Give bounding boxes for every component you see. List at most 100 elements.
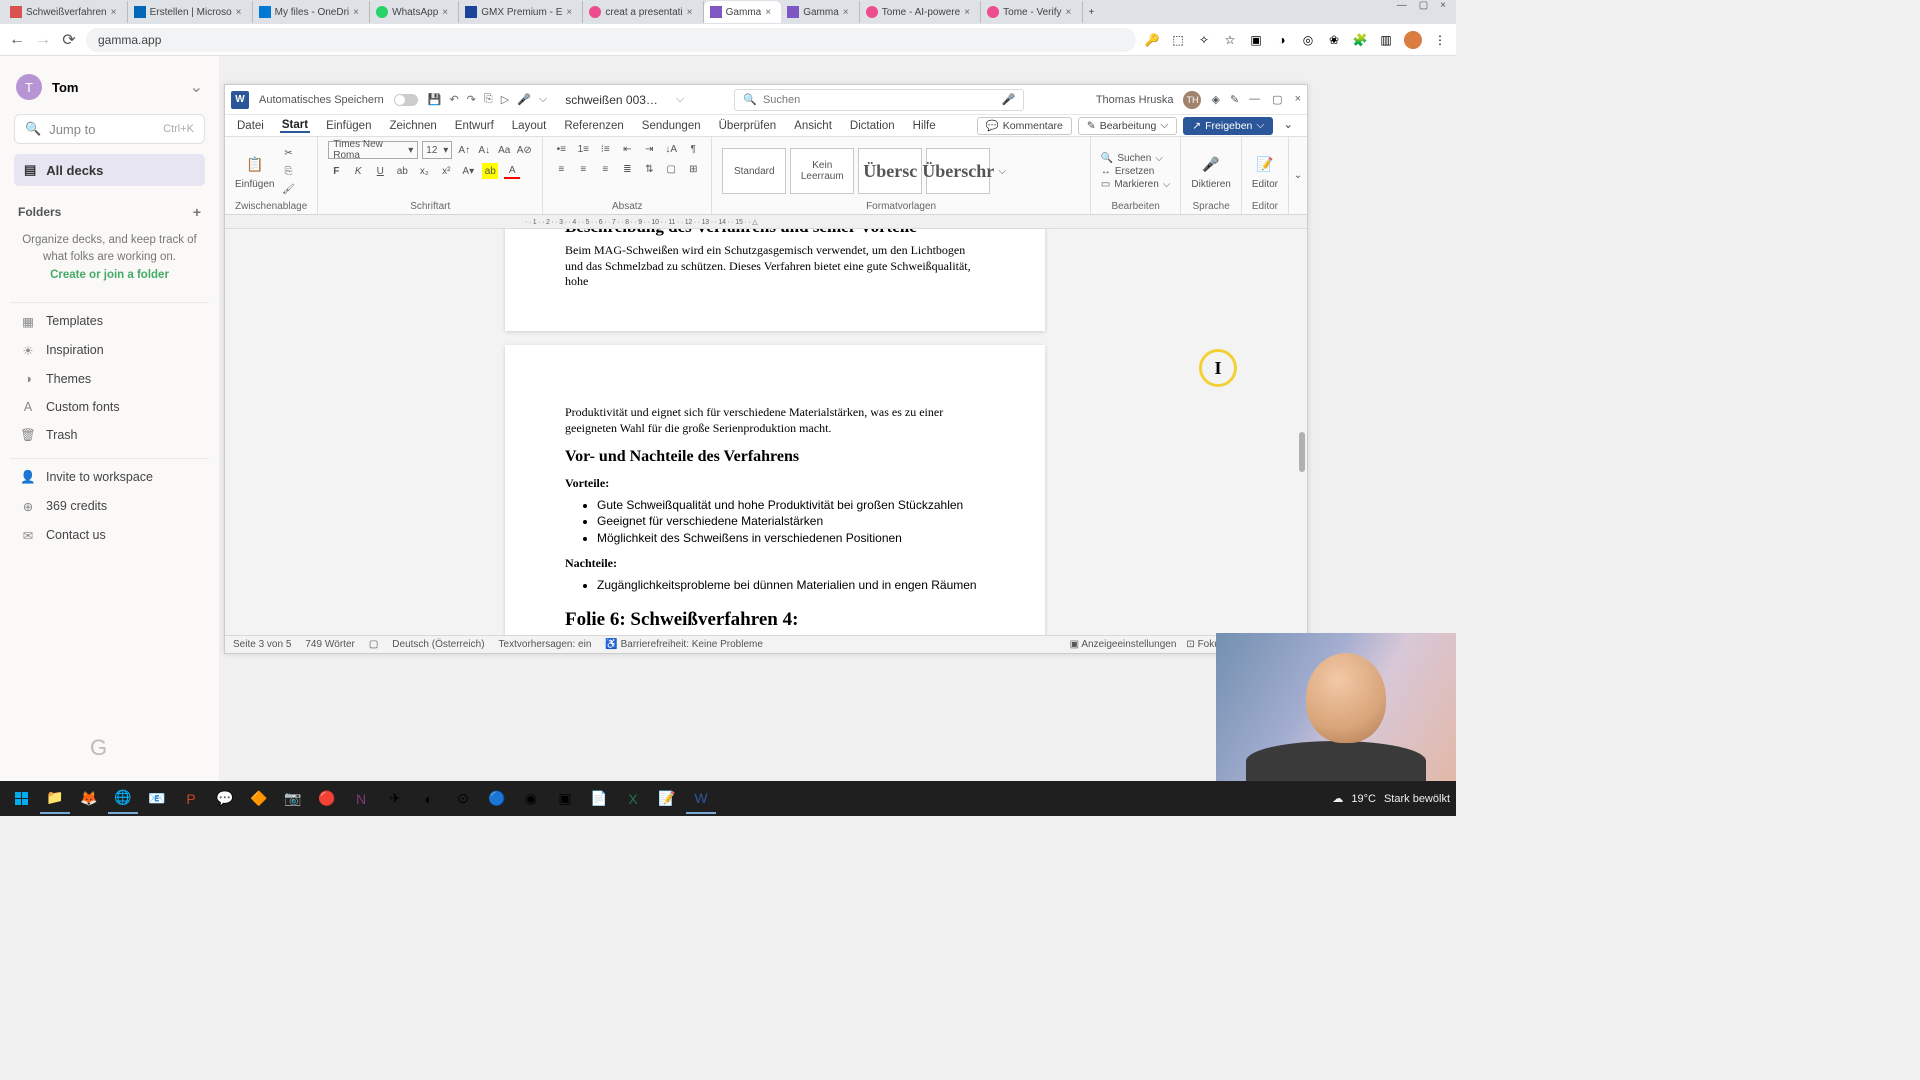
all-decks-button[interactable]: ▤ All decks [14, 154, 205, 186]
ext-icon[interactable]: ⬚ [1170, 32, 1186, 48]
onenote-icon[interactable]: N [346, 784, 376, 814]
add-folder-button[interactable]: + [193, 204, 201, 220]
line-spacing-icon[interactable]: ⇅ [641, 161, 657, 177]
bold-button[interactable]: F [328, 163, 344, 179]
close-icon[interactable]: × [353, 7, 363, 18]
tab-0[interactable]: Schweißverfahren× [4, 1, 128, 23]
document-canvas[interactable]: Beschreibung des Verfahrens und seiner V… [225, 229, 1307, 635]
underline-button[interactable]: U [372, 163, 388, 179]
qat-icon[interactable]: ▷ [501, 93, 509, 106]
workspace-switcher[interactable]: T Tom ⌄ [10, 70, 209, 104]
font-size-select[interactable]: 12▾ [422, 141, 452, 159]
highlight-icon[interactable]: ab [482, 163, 498, 179]
jump-to-input[interactable]: 🔍Jump to Ctrl+K [14, 114, 205, 144]
styles-more-icon[interactable]: ⌵ [994, 163, 1010, 179]
firefox-icon[interactable]: 🦊 [74, 784, 104, 814]
word-count[interactable]: 749 Wörter [305, 639, 354, 650]
title-icon[interactable]: ◈ [1211, 93, 1219, 106]
sidebar-invite[interactable]: 👤Invite to workspace [10, 463, 209, 492]
prediction-indicator[interactable]: Textvorhersagen: ein [499, 639, 592, 650]
qat-icon[interactable]: 🎤 [517, 93, 531, 106]
shrink-font-icon[interactable]: A↓ [476, 142, 492, 158]
ext-icon[interactable]: ▣ [1248, 32, 1264, 48]
menu-icon[interactable]: ⋮ [1432, 32, 1448, 48]
pilcrow-icon[interactable]: ¶ [685, 141, 701, 157]
subscript-button[interactable]: x₂ [416, 163, 432, 179]
document-name[interactable]: schweißen 003… [557, 93, 666, 107]
document-page[interactable]: Beschreibung des Verfahrens und seiner V… [505, 229, 1045, 331]
text-effects-icon[interactable]: A▾ [460, 163, 476, 179]
reload-button[interactable]: ⟳ [60, 31, 78, 49]
minimize-icon[interactable]: — [1249, 93, 1260, 106]
tab-ansicht[interactable]: Ansicht [792, 120, 834, 132]
paste-button[interactable]: 📋Einfügen [235, 153, 274, 190]
tab-ueberpruefen[interactable]: Überprüfen [717, 120, 779, 132]
app-icon[interactable]: 💬 [210, 784, 240, 814]
document-page[interactable]: Produktivität und eignet sich für versch… [505, 345, 1045, 635]
profile-avatar[interactable] [1404, 31, 1422, 49]
create-folder-link[interactable]: Create or join a folder [50, 269, 169, 281]
multilevel-icon[interactable]: ⁝≡ [597, 141, 613, 157]
ersetzen-button[interactable]: ↔ Ersetzen [1101, 166, 1171, 177]
window-maximize-icon[interactable]: ▢ [1419, 0, 1428, 11]
borders-icon[interactable]: ⊞ [685, 161, 701, 177]
tab-datei[interactable]: Datei [235, 120, 266, 132]
sidebar-credits[interactable]: ⊕369 credits [10, 492, 209, 521]
explorer-icon[interactable]: 📁 [40, 784, 70, 814]
tab-layout[interactable]: Layout [510, 120, 549, 132]
grow-font-icon[interactable]: A↑ [456, 142, 472, 158]
bullets-icon[interactable]: •≡ [553, 141, 569, 157]
tab-entwurf[interactable]: Entwurf [453, 120, 496, 132]
word-icon[interactable]: W [686, 784, 716, 814]
kommentare-button[interactable]: 💬 Kommentare [977, 117, 1072, 135]
chrome-icon[interactable]: 🌐 [108, 784, 138, 814]
align-right-icon[interactable]: ≡ [597, 161, 613, 177]
close-icon[interactable]: × [1066, 7, 1076, 18]
qat-icon[interactable]: ⎘ [484, 93, 493, 106]
undo-icon[interactable]: ↶ [449, 93, 458, 106]
ext-icon[interactable]: ◑ [1274, 32, 1290, 48]
tab-einfuegen[interactable]: Einfügen [324, 120, 373, 132]
save-icon[interactable]: 💾 [428, 93, 442, 106]
sidebar-trash[interactable]: 🗑Trash [10, 421, 209, 450]
accessibility-indicator[interactable]: ♿ Barrierefreiheit: Keine Probleme [605, 639, 763, 650]
app-icon[interactable]: 📷 [278, 784, 308, 814]
redo-icon[interactable]: ↷ [467, 93, 476, 106]
sidebar-themes[interactable]: ◑Themes [10, 365, 209, 393]
copy-icon[interactable]: ⎘ [280, 163, 296, 179]
ribbon-collapse-icon[interactable]: ⌄ [1279, 117, 1297, 135]
align-left-icon[interactable]: ≡ [553, 161, 569, 177]
freigeben-button[interactable]: ↗ Freigeben ⌵ [1183, 117, 1273, 135]
editor-button[interactable]: 📝Editor [1252, 153, 1278, 190]
sort-icon[interactable]: ↓A [663, 141, 679, 157]
tab-5[interactable]: creat a presentati× [583, 1, 703, 23]
tab-dictation[interactable]: Dictation [848, 120, 897, 132]
close-icon[interactable]: × [1295, 93, 1301, 106]
sidebar-custom-fonts[interactable]: ACustom fonts [10, 393, 209, 421]
notepad-icon[interactable]: 📝 [652, 784, 682, 814]
close-icon[interactable]: × [442, 7, 452, 18]
style-heading1[interactable]: Übersc [858, 148, 922, 194]
display-settings[interactable]: ▣ Anzeigeeinstellungen [1070, 639, 1177, 650]
sidebar-contact[interactable]: ✉Contact us [10, 521, 209, 550]
app-icon[interactable]: ⊙ [448, 784, 478, 814]
sidebar-inspiration[interactable]: ☀Inspiration [10, 336, 209, 365]
close-icon[interactable]: × [236, 7, 246, 18]
window-minimize-icon[interactable]: — [1397, 0, 1407, 11]
tab-sendungen[interactable]: Sendungen [640, 120, 703, 132]
font-color-icon[interactable]: A [504, 163, 520, 179]
close-icon[interactable]: × [566, 7, 576, 18]
shading-icon[interactable]: ▢ [663, 161, 679, 177]
suchen-button[interactable]: 🔍 Suchen ⌵ [1101, 153, 1171, 164]
tab-6[interactable]: Gamma× [704, 1, 782, 23]
excel-icon[interactable]: X [618, 784, 648, 814]
markieren-button[interactable]: ▭ Markieren ⌵ [1101, 179, 1171, 190]
tab-zeichnen[interactable]: Zeichnen [387, 120, 438, 132]
weather-icon[interactable]: ☁ [1332, 792, 1343, 805]
strike-button[interactable]: ab [394, 163, 410, 179]
new-tab-button[interactable]: + [1083, 1, 1107, 23]
language-indicator[interactable]: Deutsch (Österreich) [392, 639, 484, 650]
app-icon[interactable]: 📄 [584, 784, 614, 814]
diktieren-button[interactable]: 🎤Diktieren [1191, 153, 1230, 190]
style-heading2[interactable]: Überschr [926, 148, 990, 194]
